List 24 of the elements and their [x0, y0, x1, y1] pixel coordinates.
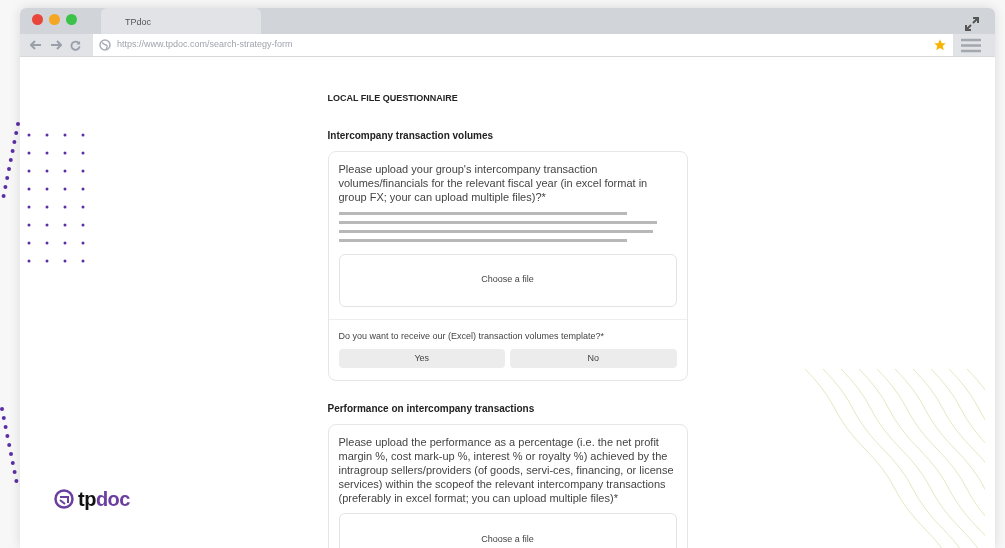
answer-option-button[interactable]: Yes	[338, 349, 505, 368]
close-window-icon[interactable]	[32, 13, 43, 25]
expand-icon[interactable]	[965, 17, 979, 31]
url-text: https://www.tpdoc.com/search-strategy-form	[117, 38, 294, 52]
file-upload-field[interactable]: Choose a file	[338, 253, 677, 307]
browser-tab[interactable]: TPdoc	[101, 8, 261, 34]
back-arrow-icon[interactable]	[30, 40, 42, 50]
menu-icon[interactable]	[961, 37, 981, 53]
logo-icon	[54, 489, 74, 509]
maximize-window-icon[interactable]	[66, 13, 77, 25]
minimize-window-icon[interactable]	[49, 13, 60, 25]
answer-option-button[interactable]: No	[510, 349, 677, 368]
question-text: Please upload the performance as a percentage (i.e. the net profit margin %, cost mark-up %, interest % or royalty %) achieved by the intragroup sellers/providers (of goods, servi-ces, financing, or license services) within the scopeof the relevant intercompany transactions (preferably in excel format; you can upload multiple files)*	[338, 435, 675, 505]
reload-icon[interactable]	[70, 39, 81, 51]
forward-arrow-icon[interactable]	[50, 40, 62, 50]
section-heading: Performance on intercompany transactions	[327, 402, 536, 416]
logo-text: tpdoc	[78, 489, 130, 509]
page-title: LOCAL FILE QUESTIONNAIRE	[327, 92, 459, 105]
globe-icon	[99, 39, 111, 51]
section-heading: Intercompany transaction volumes	[327, 128, 495, 143]
star-icon[interactable]	[933, 38, 947, 52]
question-text: Please upload your group's intercompany transaction volumes/financials for the relevant fiscal year (in excel format in group FX; your can upload multiple files)?*	[338, 161, 649, 204]
question-text: Do you want to receive our (Excel) transaction volumes template?*	[338, 329, 606, 343]
file-upload-field[interactable]: Choose a file	[338, 513, 677, 548]
